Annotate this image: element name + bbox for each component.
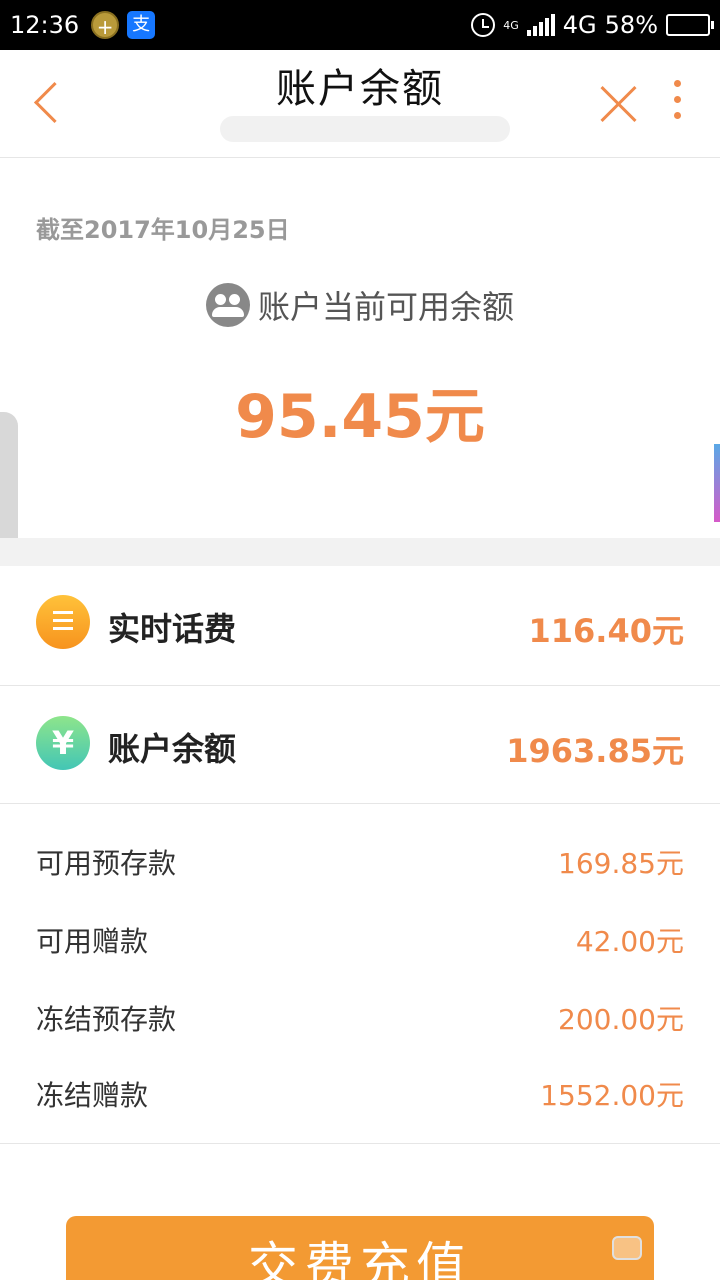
network-label: 4G xyxy=(562,11,597,39)
account-balance-label: 账户余额 xyxy=(108,730,237,768)
detail-value: 169.85元 xyxy=(558,847,684,880)
list-item: 冻结赠款 1552.00元 xyxy=(0,1062,720,1122)
detail-label: 冻结赠款 xyxy=(36,1079,149,1112)
network-small-label: 4G xyxy=(503,18,519,32)
users-icon xyxy=(205,283,250,327)
close-icon[interactable] xyxy=(598,82,640,124)
realtime-bill-label: 实时话费 xyxy=(108,610,237,648)
detail-value: 200.00元 xyxy=(558,1003,684,1036)
detail-label: 可用预存款 xyxy=(36,847,177,880)
alipay-icon: 支 xyxy=(127,11,156,39)
list-item: 可用赠款 42.00元 xyxy=(0,908,720,968)
available-balance-label: 账户当前可用余额 xyxy=(257,288,514,326)
detail-label: 冻结预存款 xyxy=(36,1003,177,1036)
blurred-subtitle xyxy=(220,116,510,142)
alarm-clock-icon xyxy=(471,13,496,37)
signal-icon xyxy=(526,14,555,36)
coin-app-icon: + xyxy=(91,11,120,39)
status-indicators: 4G 4G 58% xyxy=(471,11,714,39)
chat-bubble-icon[interactable] xyxy=(612,1236,642,1260)
list-item: 冻结预存款 200.00元 xyxy=(0,986,720,1046)
battery-percent: 58% xyxy=(604,11,658,39)
yen-icon: ¥ xyxy=(36,716,90,770)
as-of-date: 截至2017年10月25日 xyxy=(36,216,290,244)
status-bar: 12:36 + 支 4G 4G 58% xyxy=(0,0,720,50)
balance-detail-list: 可用预存款 169.85元 可用赠款 42.00元 冻结预存款 200.00元 … xyxy=(0,804,720,1144)
recharge-button[interactable]: 交费充值 xyxy=(66,1216,654,1280)
status-time: 12:36 xyxy=(10,11,80,39)
detail-label: 可用赠款 xyxy=(36,925,149,958)
balance-summary: 截至2017年10月25日 账户当前可用余额 95.45元 xyxy=(0,158,720,538)
available-balance-amount: 95.45元 xyxy=(235,382,485,452)
detail-value: 1552.00元 xyxy=(540,1079,684,1112)
list-icon xyxy=(36,595,90,649)
account-balance-value: 1963.85元 xyxy=(506,732,684,770)
battery-icon xyxy=(666,14,714,36)
list-item: 可用预存款 169.85元 xyxy=(0,830,720,890)
more-vertical-icon[interactable] xyxy=(666,80,688,130)
realtime-bill-value: 116.40元 xyxy=(528,612,685,650)
edge-handle-right[interactable] xyxy=(714,444,720,522)
realtime-bill-row[interactable]: 实时话费 116.40元 xyxy=(0,566,720,686)
available-balance-heading: 账户当前可用余额 xyxy=(0,282,720,328)
detail-value: 42.00元 xyxy=(575,925,684,958)
section-divider xyxy=(0,538,720,566)
nav-bar: 账户余额 xyxy=(0,50,720,158)
account-balance-row[interactable]: ¥ 账户余额 1963.85元 xyxy=(0,686,720,804)
